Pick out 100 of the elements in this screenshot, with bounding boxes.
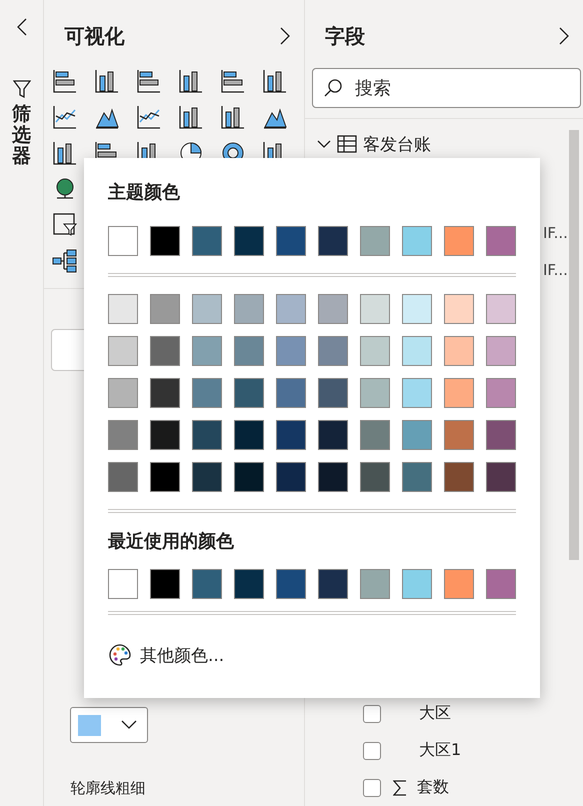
color-swatch[interactable] — [108, 226, 138, 256]
column-chart-icon[interactable] — [178, 68, 204, 94]
search-field[interactable]: 搜索 — [312, 68, 581, 108]
color-swatch[interactable] — [402, 336, 432, 366]
color-swatch[interactable] — [192, 336, 222, 366]
line-chart-icon[interactable] — [136, 104, 162, 130]
color-swatch[interactable] — [276, 420, 306, 450]
color-swatch[interactable] — [108, 378, 138, 408]
color-swatch[interactable] — [150, 420, 180, 450]
color-swatch[interactable] — [486, 226, 516, 256]
color-swatch[interactable] — [318, 294, 348, 324]
expand-icon[interactable] — [280, 27, 290, 45]
pane-title: 可视化 — [64, 22, 124, 50]
color-swatch[interactable] — [486, 569, 516, 599]
color-swatch[interactable] — [402, 569, 432, 599]
color-swatch[interactable] — [444, 378, 474, 408]
scrollbar[interactable] — [569, 130, 579, 560]
color-swatch[interactable] — [360, 569, 390, 599]
bar-chart-icon[interactable] — [136, 68, 162, 94]
hierarchy-icon[interactable] — [52, 248, 78, 274]
color-swatch[interactable] — [444, 294, 474, 324]
color-swatch[interactable] — [360, 420, 390, 450]
color-swatch[interactable] — [276, 226, 306, 256]
color-swatch[interactable] — [486, 336, 516, 366]
color-swatch[interactable] — [444, 462, 474, 492]
color-swatch[interactable] — [360, 294, 390, 324]
more-colors-button[interactable]: 其他颜色... — [108, 643, 224, 667]
column-chart-icon[interactable] — [262, 68, 288, 94]
checkbox[interactable] — [363, 704, 381, 722]
bar-chart-icon[interactable] — [52, 68, 78, 94]
slicer-icon[interactable] — [52, 212, 78, 238]
color-swatch[interactable] — [276, 569, 306, 599]
color-swatch[interactable] — [318, 336, 348, 366]
color-swatch[interactable] — [318, 226, 348, 256]
field-label[interactable]: 大区 — [419, 703, 451, 724]
color-swatch[interactable] — [234, 420, 264, 450]
color-swatch[interactable] — [150, 336, 180, 366]
color-swatch[interactable] — [318, 462, 348, 492]
expand-icon[interactable] — [559, 27, 569, 45]
table-node[interactable]: 客发台账 — [317, 131, 583, 157]
color-swatch[interactable] — [108, 336, 138, 366]
color-swatch[interactable] — [192, 420, 222, 450]
color-swatch[interactable] — [108, 294, 138, 324]
color-swatch[interactable] — [234, 226, 264, 256]
color-swatch[interactable] — [192, 462, 222, 492]
field-label[interactable]: 大区1 — [419, 740, 462, 761]
color-swatch[interactable] — [234, 462, 264, 492]
color-swatch[interactable] — [486, 294, 516, 324]
color-swatch[interactable] — [108, 569, 138, 599]
bar-chart-icon[interactable] — [220, 68, 246, 94]
color-swatch[interactable] — [150, 294, 180, 324]
color-swatch[interactable] — [192, 226, 222, 256]
color-swatch[interactable] — [150, 569, 180, 599]
color-swatch[interactable] — [150, 462, 180, 492]
color-swatch[interactable] — [276, 378, 306, 408]
column-chart-icon[interactable] — [94, 68, 120, 94]
color-swatch[interactable] — [234, 569, 264, 599]
color-swatch[interactable] — [402, 462, 432, 492]
color-swatch[interactable] — [318, 420, 348, 450]
collapse-icon[interactable] — [16, 18, 28, 36]
color-swatch[interactable] — [486, 462, 516, 492]
color-swatch[interactable] — [360, 378, 390, 408]
color-swatch[interactable] — [486, 378, 516, 408]
color-swatch[interactable] — [402, 378, 432, 408]
color-swatch[interactable] — [192, 569, 222, 599]
color-swatch[interactable] — [318, 378, 348, 408]
color-swatch[interactable] — [360, 336, 390, 366]
color-swatch[interactable] — [108, 420, 138, 450]
color-swatch[interactable] — [192, 378, 222, 408]
filter-pane-title[interactable]: 筛选器 — [12, 104, 32, 167]
color-swatch[interactable] — [276, 294, 306, 324]
color-swatch[interactable] — [234, 378, 264, 408]
color-swatch[interactable] — [276, 462, 306, 492]
checkbox[interactable] — [363, 742, 381, 760]
checkbox[interactable] — [363, 778, 381, 796]
color-picker[interactable] — [70, 707, 148, 743]
color-swatch[interactable] — [444, 336, 474, 366]
color-swatch[interactable] — [276, 336, 306, 366]
color-swatch[interactable] — [234, 336, 264, 366]
field-label: IF... — [543, 224, 568, 242]
field-label[interactable]: 套数 — [417, 777, 449, 798]
color-swatch[interactable] — [402, 294, 432, 324]
color-swatch[interactable] — [234, 294, 264, 324]
column-chart-icon[interactable] — [178, 104, 204, 130]
color-swatch[interactable] — [318, 569, 348, 599]
color-swatch[interactable] — [402, 420, 432, 450]
color-swatch[interactable] — [108, 462, 138, 492]
color-swatch[interactable] — [150, 226, 180, 256]
color-swatch[interactable] — [150, 378, 180, 408]
color-swatch[interactable] — [360, 226, 390, 256]
color-swatch[interactable] — [360, 462, 390, 492]
color-swatch[interactable] — [444, 226, 474, 256]
color-swatch[interactable] — [444, 420, 474, 450]
color-swatch[interactable] — [192, 294, 222, 324]
color-swatch[interactable] — [486, 420, 516, 450]
color-swatch[interactable] — [402, 226, 432, 256]
column-chart-icon[interactable] — [52, 140, 78, 166]
column-chart-icon[interactable] — [220, 104, 246, 130]
color-swatch[interactable] — [444, 569, 474, 599]
line-chart-icon[interactable] — [52, 104, 78, 130]
